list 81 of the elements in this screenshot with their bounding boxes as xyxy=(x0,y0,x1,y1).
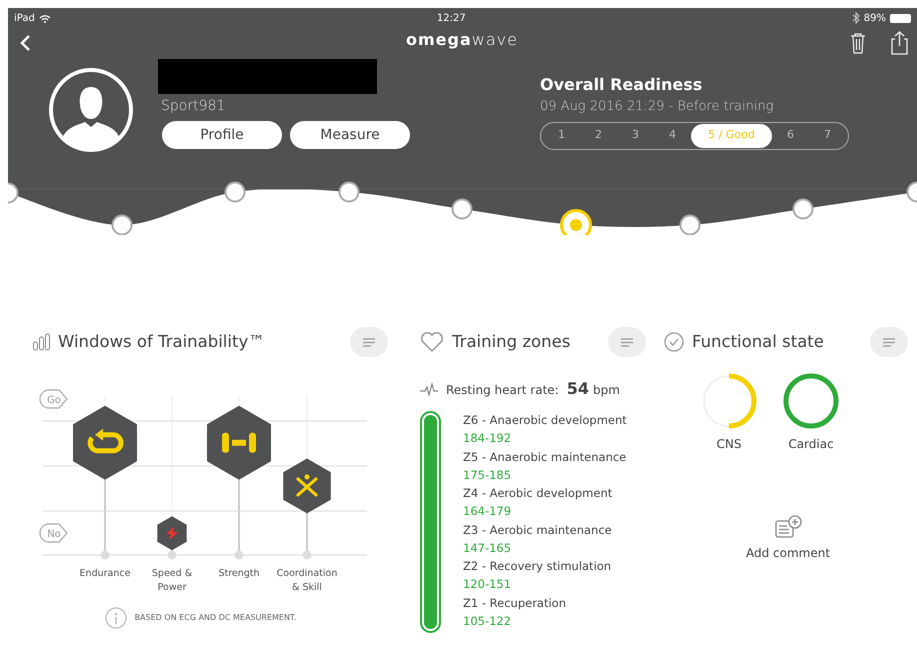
timeline-point[interactable] xyxy=(792,198,814,220)
pin-dot xyxy=(302,550,312,560)
trash-icon[interactable] xyxy=(850,32,866,54)
readiness-subtitle: 09 Aug 2016 21:29 - Before training xyxy=(540,98,775,116)
menu-icon xyxy=(621,338,633,346)
timeline-point[interactable] xyxy=(906,182,917,202)
timeline-point[interactable] xyxy=(452,198,472,220)
gauge-label: CNS xyxy=(716,436,742,453)
timeline-point[interactable] xyxy=(112,214,132,235)
timeline-point[interactable] xyxy=(224,182,246,202)
timeline-point[interactable] xyxy=(680,214,700,235)
ring-gauge xyxy=(783,373,839,429)
category-label: Endurance xyxy=(80,568,130,579)
axis-label: Go xyxy=(47,395,61,406)
window-hexagon xyxy=(157,516,187,550)
wifi-icon xyxy=(38,14,51,22)
menu-button[interactable] xyxy=(608,327,646,357)
clock-time: 12:27 xyxy=(436,12,466,26)
axis-label: No xyxy=(47,529,61,540)
timeline-point[interactable] xyxy=(338,182,360,202)
panel-title: Training zones xyxy=(452,330,570,353)
zone-name: Z5 - Anaerobic maintenance xyxy=(463,448,627,466)
zone-range: 164-179 xyxy=(463,503,512,520)
gauge-label: Cardiac xyxy=(788,436,834,453)
scale-option[interactable]: 6 xyxy=(772,124,809,148)
pin-dot xyxy=(168,550,176,560)
scale-option[interactable]: 1 xyxy=(543,124,580,148)
menu-button[interactable] xyxy=(350,327,388,357)
timeline-point[interactable] xyxy=(560,209,592,235)
pin-dot xyxy=(100,550,110,560)
pill-button[interactable]: Profile xyxy=(162,121,282,149)
zone-range: 105-122 xyxy=(463,612,512,630)
battery-percent: 89% xyxy=(864,12,886,26)
zone-name: Z4 - Aerobic development xyxy=(463,485,614,502)
zone-range: 175-185 xyxy=(463,466,512,484)
scale-option[interactable]: 2 xyxy=(580,124,617,148)
info-icon xyxy=(104,607,127,629)
bluetooth-icon xyxy=(852,12,860,24)
info-note: BASED ON ECG AND DC MEASUREMENT. xyxy=(134,612,296,624)
avatar-icon xyxy=(48,67,134,153)
bar-chart-icon xyxy=(33,333,50,351)
zone-name: Z6 - Anaerobic development xyxy=(463,412,627,429)
category-label: Speed & Power xyxy=(152,568,192,593)
scale-option[interactable]: 4 xyxy=(654,124,691,148)
menu-icon xyxy=(363,338,375,346)
timeline-point[interactable] xyxy=(8,182,18,204)
battery-icon xyxy=(890,14,911,22)
resting-hr-value: 54 xyxy=(566,378,589,400)
resting-hr-unit: bpm xyxy=(593,382,620,399)
comment-add-icon xyxy=(774,515,802,538)
ring-gauge xyxy=(701,373,757,429)
share-icon[interactable] xyxy=(890,30,909,54)
pill-button[interactable]: Measure xyxy=(290,121,410,149)
check-circle-icon xyxy=(664,332,684,352)
panel-title: Functional state xyxy=(692,330,824,353)
pin-dot xyxy=(234,550,244,560)
zone-name: Z3 - Aerobic maintenance xyxy=(463,522,613,538)
go-no-marker xyxy=(39,523,68,543)
panel-title: Windows of Trainability™ xyxy=(58,330,265,353)
add-comment-button[interactable]: Add comment xyxy=(746,515,830,562)
readiness-title: Overall Readiness xyxy=(540,74,704,96)
zone-name: Z2 - Recovery stimulation xyxy=(463,558,612,575)
pulse-icon xyxy=(420,382,438,396)
resting-hr-label: Resting heart rate: xyxy=(446,382,559,399)
scale-option[interactable]: 7 xyxy=(809,124,846,148)
back-icon[interactable] xyxy=(20,34,31,50)
category-label: Strength xyxy=(218,568,260,579)
device-name: iPad xyxy=(14,12,35,26)
zone-range: 184-192 xyxy=(463,430,512,447)
go-no-marker xyxy=(39,389,68,409)
zone-range: 120-151 xyxy=(463,576,512,593)
category-label: Coordination & Skill xyxy=(276,568,338,593)
window-hexagon xyxy=(283,458,331,514)
menu-icon xyxy=(883,338,895,346)
app-logo: omegawave xyxy=(406,29,518,51)
scale-option[interactable]: 3 xyxy=(617,124,654,148)
heart-icon xyxy=(420,331,444,353)
zone-name: Z1 - Recuperation xyxy=(463,594,567,612)
zone-range: 147-165 xyxy=(463,540,512,556)
menu-button[interactable] xyxy=(870,327,908,357)
username: Sport981 xyxy=(161,97,226,116)
